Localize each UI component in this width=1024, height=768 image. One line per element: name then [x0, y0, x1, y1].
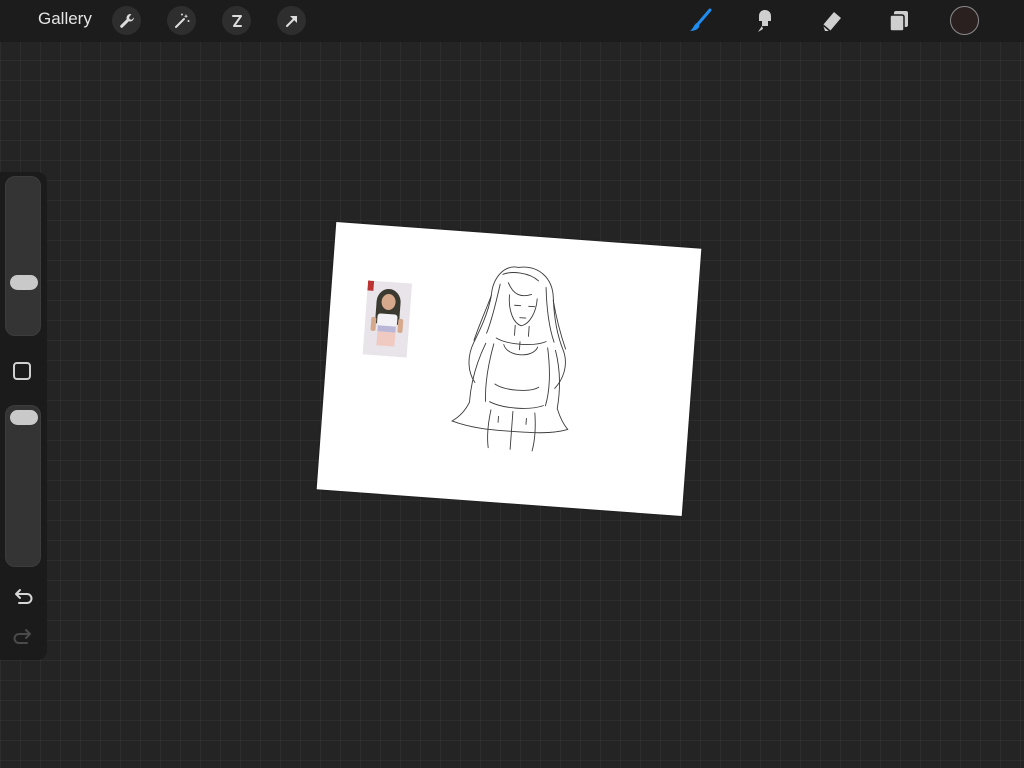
top-toolbar: Gallery — [0, 0, 1024, 42]
workspace-grid[interactable]: Gallery — [0, 0, 1024, 768]
undo-icon — [15, 589, 33, 604]
smudge-button[interactable] — [749, 5, 781, 37]
gallery-button[interactable]: Gallery — [38, 9, 92, 29]
wrench-icon — [119, 13, 134, 28]
drawing-canvas[interactable] — [316, 221, 702, 517]
brush-icon — [690, 8, 712, 31]
magic-wand-icon — [174, 13, 189, 28]
adjustments-button[interactable] — [167, 6, 196, 35]
brush-size-thumb[interactable] — [10, 274, 38, 290]
opacity-thumb[interactable] — [10, 410, 38, 425]
selection-button[interactable] — [222, 6, 251, 35]
opacity-slider[interactable] — [5, 405, 41, 567]
line-art-sketch — [451, 266, 569, 452]
actions-button[interactable] — [112, 6, 141, 35]
transform-arrow-icon — [285, 15, 297, 27]
layers-icon — [889, 11, 908, 32]
left-sidebar — [0, 172, 47, 660]
eraser-button[interactable] — [816, 5, 848, 37]
undo-button[interactable] — [10, 586, 36, 608]
eraser-icon — [822, 12, 841, 32]
brush-size-slider[interactable] — [5, 176, 41, 336]
redo-button[interactable] — [10, 626, 36, 648]
selection-icon — [231, 14, 242, 27]
color-picker-button[interactable] — [950, 6, 979, 35]
brush-button[interactable] — [684, 5, 716, 37]
layers-button[interactable] — [883, 5, 915, 37]
smudge-icon — [758, 10, 771, 32]
redo-icon — [13, 629, 31, 644]
transform-button[interactable] — [277, 6, 306, 35]
modify-button[interactable] — [13, 362, 31, 380]
